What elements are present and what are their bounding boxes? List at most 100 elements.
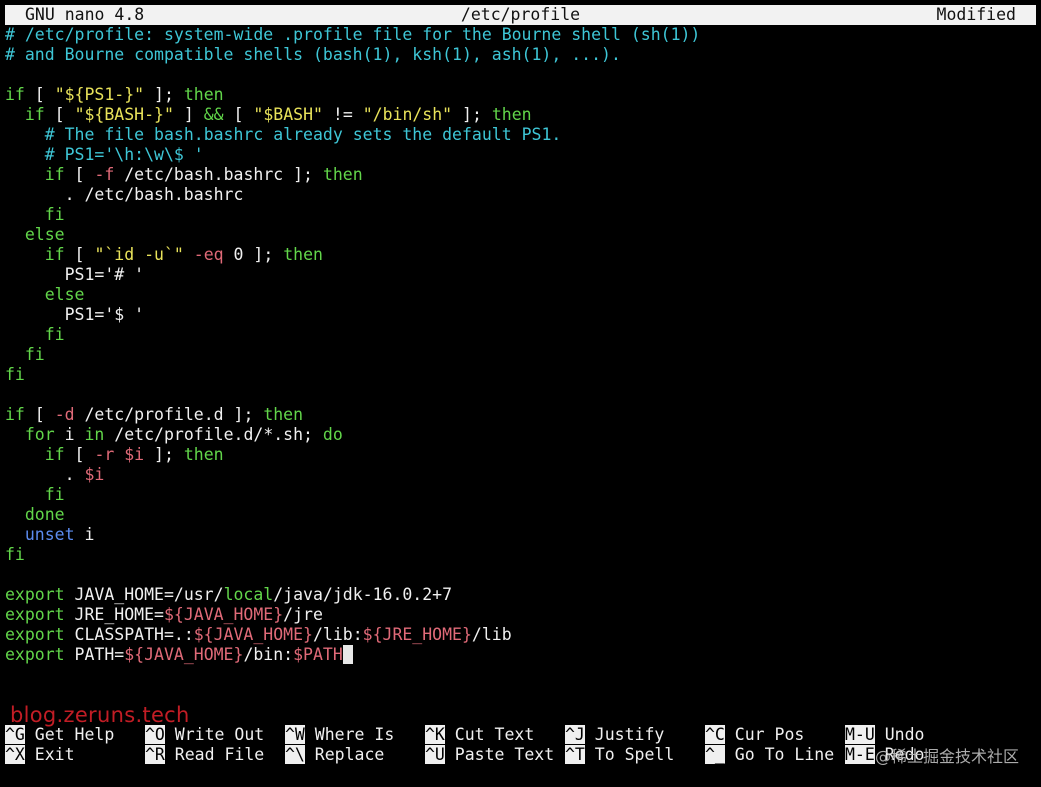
code-token: &&	[203, 105, 224, 124]
code-token: else	[44, 285, 85, 304]
shortcut-label: Cur Pos	[724, 725, 805, 744]
code-token: i	[54, 425, 85, 444]
shortcut-paste-text[interactable]: ^U Paste Text	[425, 745, 554, 765]
code-token: "${PS1-}"	[54, 85, 145, 104]
code-token: PS1='$ '	[5, 305, 145, 324]
code-token: if	[44, 165, 65, 184]
code-token: /etc/bash.bashrc ];	[114, 165, 323, 184]
code-token: "/bin/sh"	[362, 105, 453, 124]
code-line: done	[5, 505, 1036, 525]
shortcut-where-is[interactable]: ^W Where Is	[285, 725, 394, 745]
code-token: done	[24, 505, 65, 524]
shortcut-justify[interactable]: ^J Justify	[565, 725, 664, 745]
code-token: then	[183, 445, 224, 464]
code-line: fi	[5, 365, 1036, 385]
code-token: .	[5, 465, 85, 484]
code-token: JRE_HOME=	[64, 605, 164, 624]
file-path: /etc/profile	[460, 5, 581, 24]
code-line: fi	[5, 325, 1036, 345]
code-token: $PATH	[293, 645, 343, 664]
code-token: "${BASH-}"	[74, 105, 174, 124]
code-token: for	[24, 425, 55, 444]
code-line: fi	[5, 485, 1036, 505]
shortcut-replace[interactable]: ^\ Replace	[285, 745, 384, 765]
code-token: [	[64, 445, 95, 464]
code-line: export JAVA_HOME=/usr/local/java/jdk-16.…	[5, 585, 1036, 605]
code-line: if [ "${BASH-}" ] && [ "$BASH" != "/bin/…	[5, 105, 1036, 125]
code-token: /etc/profile.d ];	[74, 405, 264, 424]
code-token: $i	[84, 465, 105, 484]
code-token: PATH=	[64, 645, 125, 664]
code-token: -d	[54, 405, 75, 424]
watermark-text: blog.zeruns.tech	[10, 703, 190, 727]
code-token: fi	[5, 365, 25, 384]
code-token: fi	[44, 325, 65, 344]
shortcut-exit[interactable]: ^X Exit	[5, 745, 75, 765]
watermark-juejin: @稀土掘金技术社区	[874, 747, 1019, 766]
code-line: export CLASSPATH=.:${JAVA_HOME}/lib:${JR…	[5, 625, 1036, 645]
code-token: !=	[322, 105, 363, 124]
code-token: ];	[144, 85, 184, 104]
code-token: [	[44, 105, 75, 124]
code-token: -eq	[193, 245, 224, 264]
code-token: then	[183, 85, 224, 104]
code-line: # The file bash.bashrc already sets the …	[5, 125, 1036, 145]
shortcut-label: Write Out	[164, 725, 265, 744]
code-line: fi	[5, 205, 1036, 225]
code-token: [	[223, 105, 254, 124]
code-token: /lib	[471, 625, 512, 644]
shortcut-key: ^J	[565, 725, 585, 744]
shortcut-label: Justify	[584, 725, 665, 744]
code-token: local	[223, 585, 274, 604]
code-token: fi	[5, 545, 25, 564]
code-token: then	[491, 105, 532, 124]
shortcut-to-spell[interactable]: ^T To Spell	[565, 745, 674, 765]
code-token: # and Bourne compatible shells (bash(1),…	[5, 45, 621, 64]
shortcut-undo[interactable]: M-U Undo	[845, 725, 924, 745]
code-token: -r	[94, 445, 115, 464]
shortcut-cur-pos[interactable]: ^C Cur Pos	[705, 725, 804, 745]
code-line: export PATH=${JAVA_HOME}/bin:$PATH	[5, 645, 1036, 665]
code-token: /lib:	[312, 625, 363, 644]
code-token: PS1='# '	[5, 265, 145, 284]
code-token: if	[24, 105, 45, 124]
code-token: ]	[173, 105, 204, 124]
code-token: ];	[452, 105, 492, 124]
code-line: # PS1='\h:\w\$ '	[5, 145, 1036, 165]
shortcut-key: ^T	[565, 745, 585, 764]
shortcut-read-file[interactable]: ^R Read File	[145, 745, 264, 765]
code-token: /bin:	[243, 645, 294, 664]
shortcut-key: ^G	[5, 725, 25, 744]
shortcut-write-out[interactable]: ^O Write Out	[145, 725, 264, 745]
code-token: JAVA_HOME=/usr/	[64, 585, 224, 604]
code-token: if	[44, 445, 65, 464]
shortcut-get-help[interactable]: ^G Get Help	[5, 725, 114, 745]
editor-text-area[interactable]: # /etc/profile: system-wide .profile fil…	[5, 25, 1036, 665]
code-token: [	[24, 85, 55, 104]
code-token: i	[74, 525, 95, 544]
shortcut-go-to-line[interactable]: ^_ Go To Line	[705, 745, 834, 765]
shortcut-label: Read File	[164, 745, 265, 764]
code-line: if [ "${PS1-}" ]; then	[5, 85, 1036, 105]
code-token: ${JRE_HOME}	[362, 625, 472, 644]
code-line: else	[5, 225, 1036, 245]
title-bar: /etc/profile GNU nano 4.8 Modified	[5, 5, 1036, 25]
code-token: /jre	[283, 605, 323, 624]
code-token: fi	[44, 205, 65, 224]
code-token: do	[322, 425, 343, 444]
code-token: in	[84, 425, 105, 444]
shortcut-cut-text[interactable]: ^K Cut Text	[425, 725, 534, 745]
modified-status: Modified	[936, 5, 1016, 24]
code-token: [	[24, 405, 55, 424]
